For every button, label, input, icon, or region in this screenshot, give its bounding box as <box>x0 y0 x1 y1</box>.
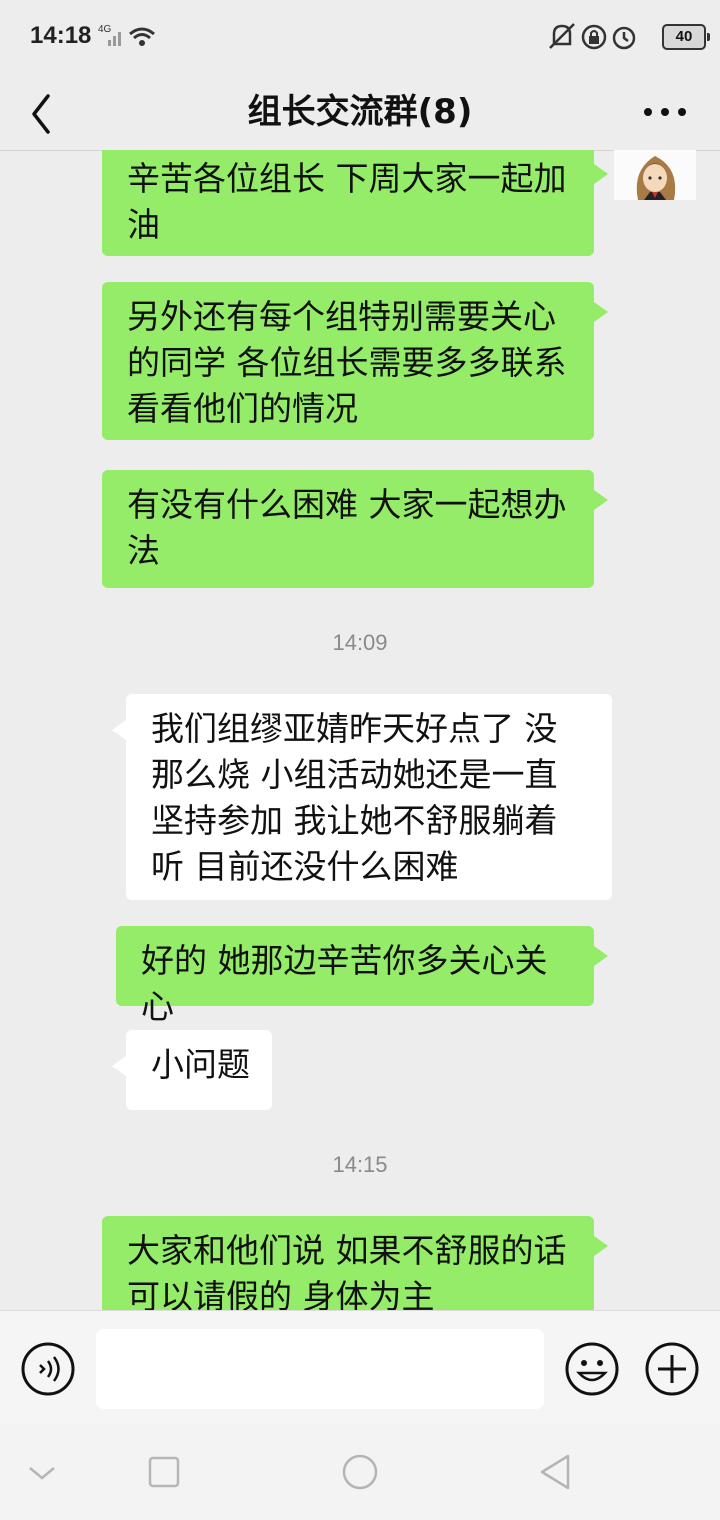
more-dots-icon[interactable] <box>640 96 690 126</box>
message-input[interactable] <box>96 1329 544 1409</box>
message-bubble-sent[interactable]: 另外还有每个组特别需要关心的同学 各位组长需要多多联系 看看他们的情况 <box>102 282 608 440</box>
chat-header: 组长交流群(8) <box>0 72 720 151</box>
system-navigation-bar <box>0 1424 720 1520</box>
message-input-bar <box>0 1310 720 1425</box>
message-list[interactable]: 辛苦各位组长 下周大家一起加油 另外还有每个组特别需要关心的同学 各位组长需要多… <box>0 150 720 1310</box>
message-bubble-sent[interactable]: 大家和他们说 如果不舒服的话可以请假的 身体为主 <box>102 1216 608 1310</box>
emoji-icon[interactable] <box>564 1341 620 1397</box>
status-time: 14:18 <box>30 22 92 49</box>
message-timestamp: 14:15 <box>332 1152 388 1177</box>
plus-icon[interactable] <box>644 1341 700 1397</box>
message-bubble-received[interactable]: 我们组缪亚婧昨天好点了 没那么烧 小组活动她还是一直坚持参加 我让她不舒服躺着听… <box>112 694 612 900</box>
voice-icon[interactable] <box>20 1341 76 1397</box>
avatar[interactable] <box>614 150 696 200</box>
message-timestamp: 14:09 <box>332 630 388 655</box>
message-bubble-sent[interactable]: 有没有什么困难 大家一起想办法 <box>102 470 608 588</box>
message-bubble-received[interactable]: 小问题 <box>112 1030 272 1110</box>
message-bubble-sent[interactable]: 辛苦各位组长 下周大家一起加油 <box>102 150 608 256</box>
status-indicators-icon <box>549 23 636 50</box>
recent-apps-icon[interactable] <box>144 1452 184 1492</box>
battery-indicator: 40 <box>662 24 710 50</box>
avatar-illustration-icon <box>636 156 676 200</box>
status-bar: 14:18 4G 40 <box>0 0 720 72</box>
home-icon[interactable] <box>340 1452 380 1492</box>
chevron-down-icon[interactable] <box>22 1452 62 1492</box>
chat-title: 组长交流群(8) <box>247 92 473 132</box>
back-triangle-icon[interactable] <box>536 1452 576 1492</box>
message-bubble-sent[interactable]: 好的 她那边辛苦你多关心关心 <box>116 926 608 1026</box>
signal-wifi-icon <box>108 27 155 46</box>
